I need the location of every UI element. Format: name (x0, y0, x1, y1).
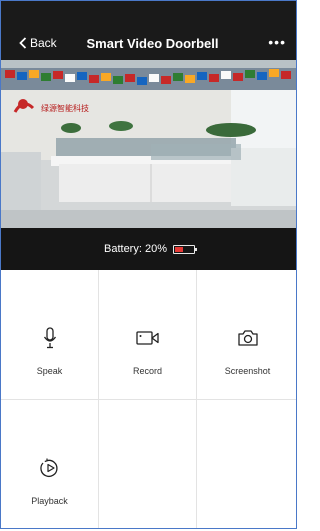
battery-tip (194, 247, 197, 251)
screenshot-button[interactable]: Screenshot (197, 270, 296, 400)
empty-grid-cell (197, 400, 296, 528)
screenshot-label: Screenshot (224, 366, 271, 376)
app-window: Back Smart Video Doorbell ••• 绿源智能科技 Bat… (0, 0, 297, 529)
speak-label: Speak (36, 366, 63, 376)
record-button[interactable]: Record (99, 270, 197, 400)
playback-icon (39, 456, 61, 480)
microphone-icon (43, 326, 57, 350)
header-bar: Back Smart Video Doorbell ••• (1, 1, 296, 60)
empty-grid-cell (99, 400, 197, 528)
record-label: Record (132, 366, 162, 376)
battery-icon (172, 244, 197, 254)
video-camera-icon (135, 326, 160, 350)
battery-level-fill (174, 246, 183, 252)
live-video-feed[interactable]: 绿源智能科技 (1, 60, 296, 228)
video-frame-image: 绿源智能科技 (1, 60, 296, 228)
camera-icon (237, 326, 259, 350)
playback-button[interactable]: Playback (1, 400, 99, 528)
playback-label: Playback (31, 496, 68, 506)
battery-status-bar: Battery: 20% (1, 228, 296, 270)
action-grid: Speak Record Screenshot Playback (1, 270, 296, 528)
more-options-button[interactable]: ••• (268, 34, 286, 50)
page-title: Smart Video Doorbell (86, 36, 219, 51)
battery-label: Battery: 20% (104, 243, 167, 255)
wall-sign-text: 绿源智能科技 (41, 103, 89, 113)
flags-decoration (1, 68, 296, 90)
speak-button[interactable]: Speak (1, 270, 99, 400)
